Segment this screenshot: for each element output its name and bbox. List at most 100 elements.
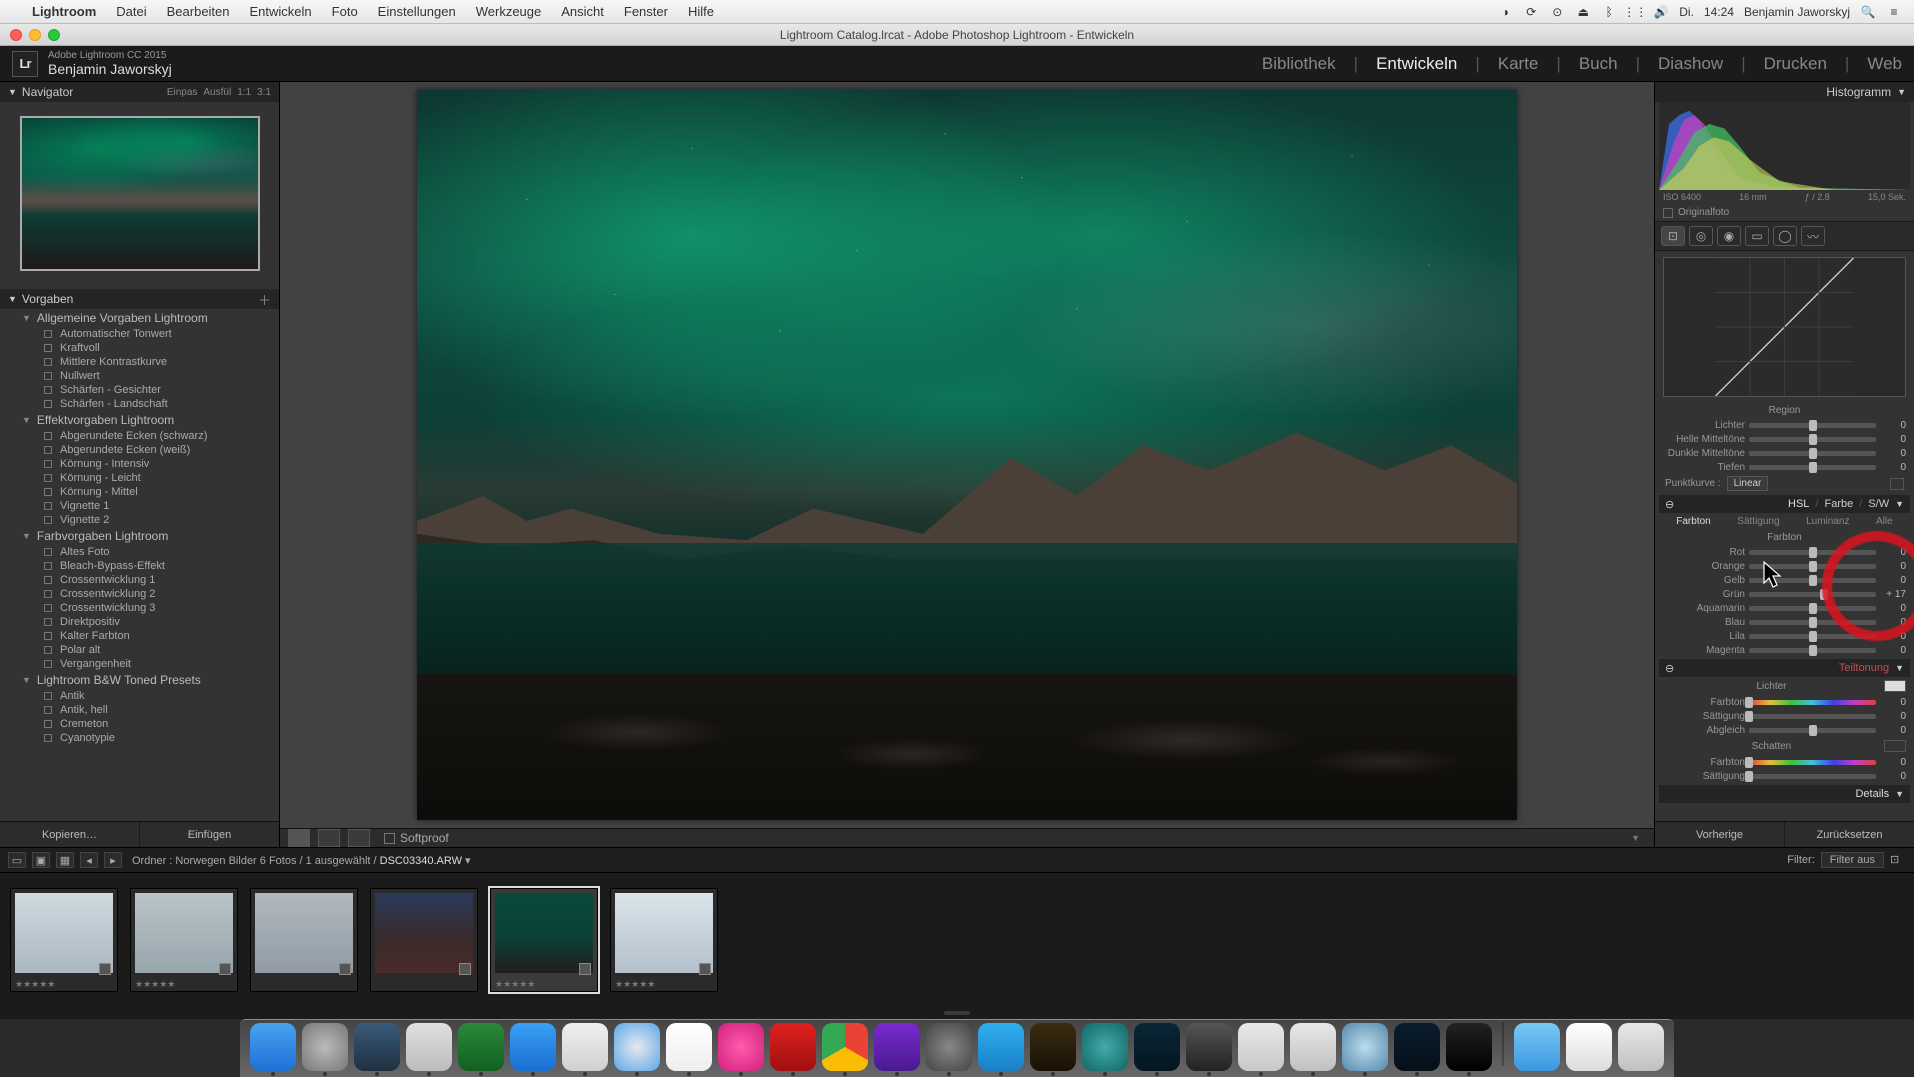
status-icon[interactable]: ⟳ bbox=[1523, 4, 1539, 20]
dock-preview2-icon[interactable] bbox=[1290, 1023, 1336, 1071]
hsl-header-sw[interactable]: S/W bbox=[1868, 498, 1889, 510]
preset-item[interactable]: Nullwert bbox=[0, 369, 279, 383]
dock-calendar-icon[interactable] bbox=[666, 1023, 712, 1071]
dock-chrome-icon[interactable] bbox=[822, 1023, 868, 1071]
gradient-tool[interactable]: ▭ bbox=[1745, 226, 1769, 246]
histogram[interactable] bbox=[1659, 102, 1910, 190]
dock-terminal-icon[interactable] bbox=[1446, 1023, 1492, 1071]
menu-datei[interactable]: Datei bbox=[106, 4, 156, 19]
menubar-day[interactable]: Di. bbox=[1679, 5, 1694, 19]
tone-curve-slider[interactable]: Dunkle Mitteltöne0 bbox=[1659, 446, 1910, 460]
wifi-icon[interactable]: ⋮⋮ bbox=[1627, 4, 1643, 20]
navigator-thumbnail[interactable] bbox=[20, 116, 260, 271]
hsl-tab-luminanz[interactable]: Luminanz bbox=[1806, 516, 1849, 527]
preset-item[interactable]: Körnung - Intensiv bbox=[0, 457, 279, 471]
navigator-zoom-options[interactable]: EinpasAusfül1:13:1 bbox=[167, 87, 271, 98]
preset-item[interactable]: Cyanotypie bbox=[0, 731, 279, 745]
preset-item[interactable]: Cremeton bbox=[0, 717, 279, 731]
module-bibliothek[interactable]: Bibliothek bbox=[1262, 54, 1336, 74]
menu-fenster[interactable]: Fenster bbox=[614, 4, 678, 19]
dock-textedit-icon[interactable] bbox=[562, 1023, 608, 1071]
dock-downloads-icon[interactable] bbox=[1514, 1023, 1560, 1071]
module-karte[interactable]: Karte bbox=[1498, 54, 1539, 74]
filmstrip-thumb[interactable] bbox=[370, 888, 478, 992]
add-preset-button[interactable]: ＋ bbox=[258, 290, 271, 309]
back-icon[interactable]: ◂ bbox=[80, 852, 98, 868]
hsl-slider-lila[interactable]: Lila0 bbox=[1659, 629, 1910, 643]
module-diashow[interactable]: Diashow bbox=[1658, 54, 1723, 74]
preset-item[interactable]: Altes Foto bbox=[0, 545, 279, 559]
hsl-slider-gelb[interactable]: Gelb0 bbox=[1659, 573, 1910, 587]
checkbox-icon[interactable] bbox=[384, 833, 395, 844]
balance-slider[interactable]: Abgleich 0 bbox=[1659, 723, 1910, 737]
dock-appstore-icon[interactable] bbox=[510, 1023, 556, 1071]
radial-tool[interactable]: ◯ bbox=[1773, 226, 1797, 246]
hsl-slider-orange[interactable]: Orange0 bbox=[1659, 559, 1910, 573]
compare-button[interactable] bbox=[348, 829, 370, 847]
before-after-button[interactable] bbox=[318, 829, 340, 847]
preset-item[interactable]: Automatischer Tonwert bbox=[0, 327, 279, 341]
dock-safari-icon[interactable] bbox=[614, 1023, 660, 1071]
shadows-hue-slider[interactable]: Farbton 0 bbox=[1659, 755, 1910, 769]
preset-item[interactable]: Crossentwicklung 1 bbox=[0, 573, 279, 587]
disclosure-triangle-icon[interactable]: ▼ bbox=[22, 313, 31, 323]
navigator-header[interactable]: ▼ Navigator EinpasAusfül1:13:1 bbox=[0, 82, 279, 102]
second-window-button[interactable]: ▭ bbox=[8, 852, 26, 868]
preset-group[interactable]: Lightroom B&W Toned Presets bbox=[37, 673, 201, 687]
toggle-switch-icon[interactable]: ⊖ bbox=[1665, 662, 1674, 675]
loupe-view-button[interactable] bbox=[288, 829, 310, 847]
paste-settings-button[interactable]: Einfügen bbox=[140, 822, 279, 847]
hsl-tab-sättigung[interactable]: Sättigung bbox=[1737, 516, 1779, 527]
disclosure-triangle-icon[interactable]: ▼ bbox=[1895, 663, 1904, 673]
notifications-icon[interactable]: ≡ bbox=[1886, 4, 1902, 20]
toolbar-options-icon[interactable]: ▼ bbox=[1631, 833, 1640, 843]
tone-curve-slider[interactable]: Lichter0 bbox=[1659, 418, 1910, 432]
menu-entwickeln[interactable]: Entwickeln bbox=[240, 4, 322, 19]
dock-calculator-icon[interactable] bbox=[406, 1023, 452, 1071]
filmstrip-thumb[interactable] bbox=[250, 888, 358, 992]
dock-finder-icon[interactable] bbox=[250, 1023, 296, 1071]
preset-item[interactable]: Körnung - Mittel bbox=[0, 485, 279, 499]
dock-pdf-icon[interactable] bbox=[1566, 1023, 1612, 1071]
preset-item[interactable]: Körnung - Leicht bbox=[0, 471, 279, 485]
checkbox-icon[interactable] bbox=[1663, 208, 1673, 218]
status-icon[interactable]: ◑ bbox=[1497, 4, 1513, 20]
preset-item[interactable]: Vignette 2 bbox=[0, 513, 279, 527]
curve-edit-icon[interactable] bbox=[1890, 478, 1904, 490]
zoom-option[interactable]: 3:1 bbox=[257, 87, 271, 98]
status-icon[interactable]: ⏏ bbox=[1575, 4, 1591, 20]
grid-view-icon[interactable]: ▦ bbox=[56, 852, 74, 868]
status-icon[interactable]: ⊙ bbox=[1549, 4, 1565, 20]
point-curve-select[interactable]: Linear bbox=[1727, 476, 1769, 491]
presets-header[interactable]: ▼ Vorgaben ＋ bbox=[0, 289, 279, 309]
dock-lightroom-icon[interactable] bbox=[1134, 1023, 1180, 1071]
image-canvas[interactable] bbox=[417, 90, 1517, 820]
dock-bridge-icon[interactable] bbox=[1030, 1023, 1076, 1071]
dock-itunes-icon[interactable] bbox=[718, 1023, 764, 1071]
dock-dvd-icon[interactable] bbox=[1342, 1023, 1388, 1071]
disclosure-triangle-icon[interactable]: ▼ bbox=[22, 415, 31, 425]
hsl-tab-farbton[interactable]: Farbton bbox=[1676, 516, 1710, 527]
redeye-tool[interactable]: ◉ bbox=[1717, 226, 1741, 246]
hsl-slider-aquamarin[interactable]: Aquamarin0 bbox=[1659, 601, 1910, 615]
lights-hue-slider[interactable]: Farbton 0 bbox=[1659, 695, 1910, 709]
second-window-2-button[interactable]: ▣ bbox=[32, 852, 50, 868]
brush-tool[interactable]: 〰 bbox=[1801, 226, 1825, 246]
softproof-toggle[interactable]: Softproof bbox=[384, 831, 449, 845]
disclosure-triangle-icon[interactable]: ▼ bbox=[1895, 789, 1904, 799]
preset-item[interactable]: Crossentwicklung 3 bbox=[0, 601, 279, 615]
menu-werkzeuge[interactable]: Werkzeuge bbox=[466, 4, 552, 19]
tone-curve-slider[interactable]: Tiefen0 bbox=[1659, 460, 1910, 474]
dock-finalcut-icon[interactable] bbox=[1186, 1023, 1232, 1071]
disclosure-triangle-icon[interactable]: ▼ bbox=[1897, 87, 1906, 97]
filmstrip-thumb[interactable]: ★★★★★ bbox=[10, 888, 118, 992]
disclosure-triangle-icon[interactable]: ▼ bbox=[8, 294, 17, 304]
path-display[interactable]: Ordner : Norwegen Bilder 6 Fotos / 1 aus… bbox=[132, 854, 471, 867]
tone-curve-slider[interactable]: Helle Mitteltöne0 bbox=[1659, 432, 1910, 446]
lights-swatch[interactable] bbox=[1884, 680, 1906, 692]
dropdown-icon[interactable]: ▾ bbox=[465, 855, 471, 867]
crop-tool[interactable]: ⊡ bbox=[1661, 226, 1685, 246]
hsl-slider-grün[interactable]: Grün+ 17 bbox=[1659, 587, 1910, 601]
dock-photoshop-icon[interactable] bbox=[1394, 1023, 1440, 1071]
original-photo-toggle[interactable]: Originalfoto bbox=[1655, 204, 1914, 221]
